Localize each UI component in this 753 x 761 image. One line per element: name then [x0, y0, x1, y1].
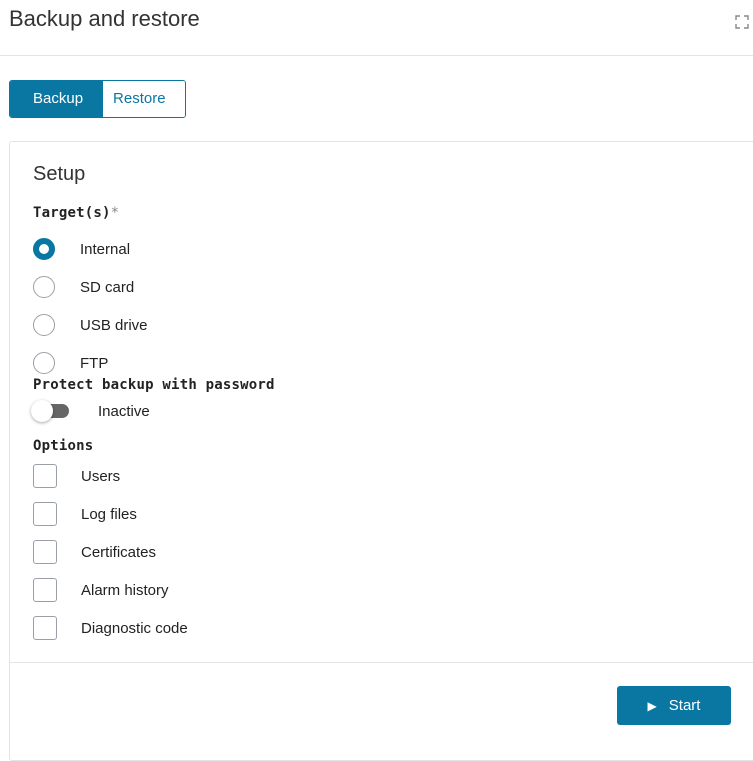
target-option-label: FTP [80, 354, 109, 372]
target-option-label: SD card [80, 278, 135, 296]
checkbox[interactable] [33, 502, 57, 526]
checkbox[interactable] [33, 616, 57, 640]
start-button-label: Start [668, 697, 701, 714]
option-label: Users [81, 467, 121, 485]
checkbox[interactable] [33, 578, 57, 602]
target-option-ftp[interactable]: FTP [33, 349, 108, 377]
start-button[interactable]: ▶ Start [617, 686, 731, 725]
card-divider [10, 662, 753, 663]
option-label: Alarm history [81, 581, 169, 599]
section-title: Setup [33, 163, 86, 185]
target-option-usb-drive[interactable]: USB drive [33, 311, 148, 339]
option-label: Log files [81, 505, 137, 523]
target-option-internal[interactable]: Internal [33, 235, 130, 263]
option-alarm-history[interactable]: Alarm history [33, 576, 169, 604]
option-label: Certificates [81, 543, 157, 561]
option-users[interactable]: Users [33, 462, 120, 490]
radio-button[interactable] [33, 314, 55, 336]
page-header: Backup and restore [0, 0, 753, 56]
toggle-state-label: Inactive [98, 402, 150, 420]
password-toggle[interactable] [31, 400, 69, 422]
page-title: Backup and restore [9, 6, 200, 31]
tab-backup[interactable]: Backup [10, 81, 104, 117]
password-toggle-row[interactable]: Inactive [31, 400, 150, 422]
backup-restore-tabs: Backup Restore [9, 80, 186, 118]
radio-button[interactable] [33, 238, 55, 260]
toggle-knob [31, 400, 53, 422]
checkbox[interactable] [33, 464, 57, 488]
setup-card: Setup Target(s)* Internal SD card USB dr… [9, 141, 753, 761]
option-log-files[interactable]: Log files [33, 500, 137, 528]
options-label: Options [33, 438, 94, 454]
required-mark: * [110, 205, 120, 221]
play-icon: ▶ [647, 698, 657, 713]
target-option-label: USB drive [80, 316, 148, 334]
password-label: Protect backup with password [33, 377, 275, 393]
option-label: Diagnostic code [81, 619, 188, 637]
target-option-sd-card[interactable]: SD card [33, 273, 134, 301]
radio-button[interactable] [33, 276, 55, 298]
option-diagnostic-code[interactable]: Diagnostic code [33, 614, 188, 642]
checkbox[interactable] [33, 540, 57, 564]
targets-label-text: Target(s) [33, 205, 111, 221]
radio-button[interactable] [33, 352, 55, 374]
tab-restore[interactable]: Restore [103, 81, 185, 117]
option-certificates[interactable]: Certificates [33, 538, 156, 566]
targets-label: Target(s)* [33, 205, 119, 221]
fullscreen-icon[interactable] [735, 15, 749, 29]
target-option-label: Internal [80, 240, 131, 258]
